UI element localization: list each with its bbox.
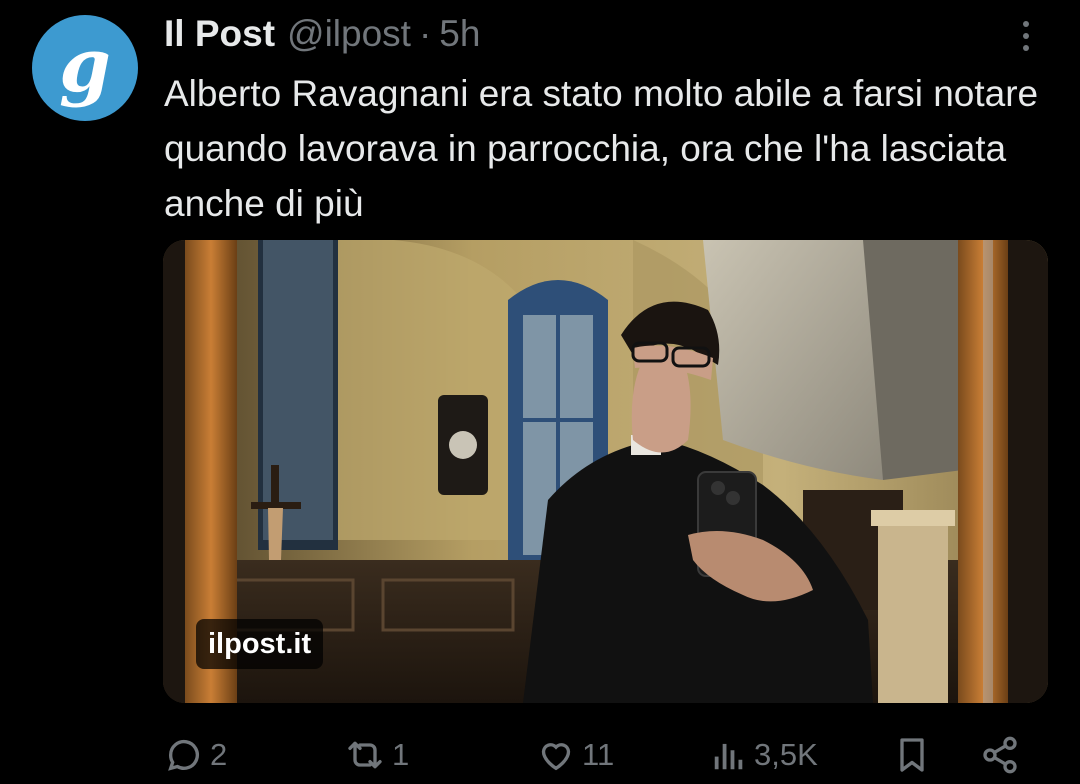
like-button[interactable]: 11 [536, 730, 614, 780]
author-avatar[interactable]: g [32, 15, 138, 121]
reply-button[interactable]: 2 [164, 730, 227, 780]
share-icon [983, 736, 1017, 774]
heart-icon [541, 743, 571, 771]
tweet-timestamp[interactable]: 5h [439, 13, 480, 55]
tweet-header: Il Post @ilpost · 5h [164, 12, 480, 56]
reply-icon [168, 739, 199, 771]
more-options-icon[interactable] [1012, 16, 1040, 56]
repost-count: 1 [392, 737, 410, 772]
like-count: 11 [582, 737, 615, 772]
author-handle[interactable]: @ilpost [287, 13, 411, 55]
reply-count: 2 [210, 737, 228, 772]
tweet-text: Alberto Ravagnani era stato molto abile … [164, 73, 1039, 224]
tweet-action-bar: 2 1 11 3,5K [164, 730, 1044, 780]
author-display-name[interactable]: Il Post [164, 13, 275, 55]
repost-button[interactable]: 1 [344, 730, 409, 780]
bookmark-button[interactable] [892, 730, 932, 780]
share-button[interactable] [980, 730, 1020, 780]
bookmark-icon [900, 738, 924, 772]
repost-icon [348, 741, 382, 769]
link-domain-badge[interactable]: ilpost.it [196, 619, 324, 669]
views-count: 3,5K [754, 737, 818, 772]
header-separator: · [418, 13, 432, 54]
avatar-logo-letter: g [59, 23, 111, 109]
views-button[interactable]: 3,5K [710, 730, 818, 780]
views-chart-icon [714, 743, 743, 770]
